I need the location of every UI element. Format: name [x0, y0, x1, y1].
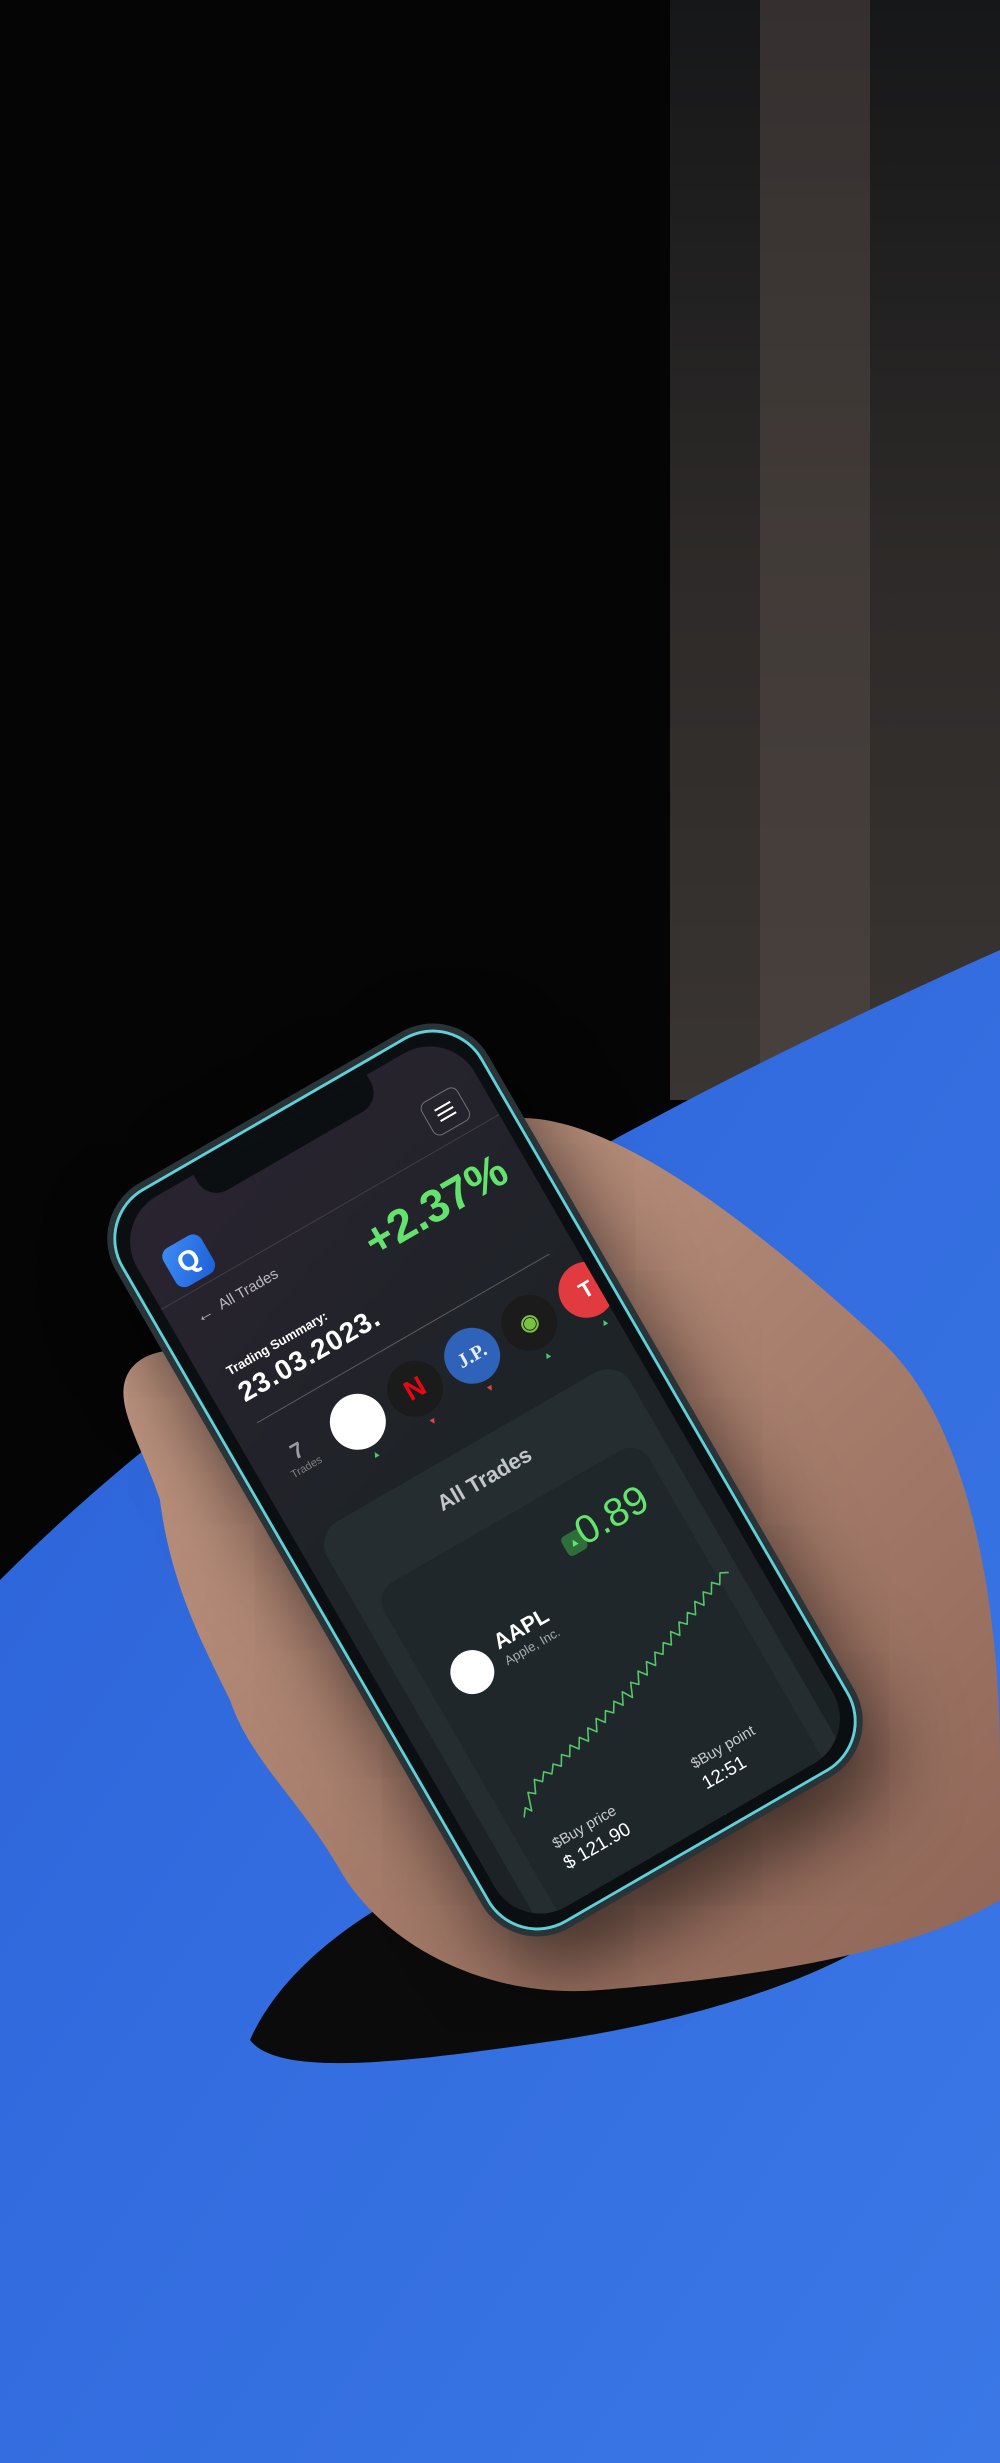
price-sparkline	[523, 1571, 729, 1818]
ticker-netflix[interactable]: N ▼	[376, 1350, 454, 1428]
apple-logo-icon	[442, 1642, 503, 1703]
ticker-nvidia[interactable]: ◉ ▲	[491, 1284, 568, 1362]
tesla-logo-icon: T	[574, 1275, 599, 1304]
direction-up-icon: ▲	[598, 1315, 611, 1329]
direction-up-icon: ▲	[369, 1447, 383, 1461]
hamburger-icon	[437, 1106, 454, 1117]
arrow-left-icon: ←	[191, 1300, 218, 1328]
direction-down-icon: ▼	[426, 1414, 440, 1428]
ticker-jpmorgan[interactable]: J.P. ▼	[433, 1317, 511, 1395]
trades-count: 7 Trades	[276, 1431, 324, 1481]
nvidia-logo-icon: ◉	[514, 1306, 544, 1338]
app-logo[interactable]: Q	[158, 1230, 219, 1291]
netflix-logo-icon: N	[398, 1369, 432, 1407]
jpmorgan-logo-icon: J.P.	[453, 1338, 491, 1373]
menu-button[interactable]	[417, 1084, 474, 1139]
hero-scene: Q ← All Trades +2.37% Trading Summary: 2…	[0, 0, 1000, 2463]
direction-up-icon: ▲	[540, 1348, 554, 1362]
direction-down-icon: ▼	[483, 1381, 497, 1395]
ticker-apple[interactable]: ▲	[319, 1383, 397, 1461]
